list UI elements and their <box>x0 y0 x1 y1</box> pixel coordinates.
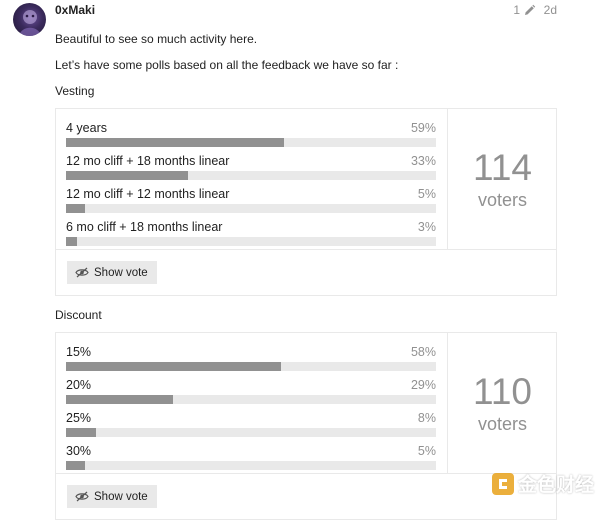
poll-info: 114 voters <box>447 109 557 249</box>
show-vote-button[interactable]: Show vote <box>67 261 157 284</box>
pencil-icon <box>525 4 536 15</box>
poll-option[interactable]: 12 mo cliff + 12 months linear 5% <box>66 187 436 215</box>
poll-option-percent: 58% <box>410 345 436 359</box>
poll-bar-fill <box>66 204 85 213</box>
poll-option-label: 4 years <box>66 121 107 135</box>
show-vote-label: Show vote <box>94 266 148 279</box>
poll-option-percent: 8% <box>417 411 436 425</box>
watermark-logo-icon <box>491 472 514 495</box>
voters-count: 114 <box>473 147 532 188</box>
post-author-username[interactable]: 0xMaki <box>55 3 95 17</box>
poll-bar-fill <box>66 428 96 437</box>
poll-option[interactable]: 15% 58% <box>66 345 436 373</box>
poll-option-label: 12 mo cliff + 18 months linear <box>66 154 230 168</box>
poll-bar-track <box>66 428 436 437</box>
poll-bar-fill <box>66 171 189 180</box>
poll-bar-track <box>66 362 436 371</box>
poll-bar-track <box>66 138 436 147</box>
poll-option-label: 30% <box>66 444 92 458</box>
poll-option-percent: 59% <box>410 121 436 135</box>
poll-bar-track <box>66 461 436 470</box>
post-paragraph: Beautiful to see so much activity here. <box>55 32 258 46</box>
show-vote-label: Show vote <box>94 490 148 503</box>
poll-bar-fill <box>66 461 85 470</box>
poll-option-label: 6 mo cliff + 18 months linear <box>66 220 223 234</box>
poll-option[interactable]: 25% 8% <box>66 411 436 439</box>
watermark-text: 金色财经 <box>517 474 594 496</box>
poll-option[interactable]: 20% 29% <box>66 378 436 406</box>
poll-bar-fill <box>66 395 174 404</box>
poll-option-percent: 33% <box>410 154 436 168</box>
poll-bar-fill <box>66 237 78 246</box>
poll-bar-fill <box>66 138 285 147</box>
edit-count: 1 <box>513 3 520 17</box>
edit-history-indicator[interactable]: 1 <box>513 3 536 17</box>
poll-bar-track <box>66 171 436 180</box>
avatar-image <box>19 10 41 36</box>
voters-count: 110 <box>473 371 532 412</box>
poll-option-percent: 29% <box>410 378 436 392</box>
poll-divider <box>56 473 556 474</box>
watermark: 金色财经 <box>491 470 594 497</box>
poll-option-percent: 5% <box>417 444 436 458</box>
poll-option-label: 25% <box>66 411 92 425</box>
poll-divider <box>56 249 556 250</box>
post-date[interactable]: 2d <box>544 3 557 17</box>
poll-option-percent: 3% <box>417 220 436 234</box>
poll-bar-track <box>66 237 436 246</box>
poll-info: 110 voters <box>447 333 557 473</box>
voters-label: voters <box>477 414 528 434</box>
post-paragraph: Let’s have some polls based on all the f… <box>55 58 399 72</box>
poll-vesting: 4 years 59% 12 mo cliff + 18 months line… <box>55 108 557 296</box>
poll-option-percent: 5% <box>417 187 436 201</box>
poll-option[interactable]: 30% 5% <box>66 444 436 472</box>
voters-label: voters <box>477 190 528 210</box>
poll-bar-track <box>66 204 436 213</box>
poll-option-label: 20% <box>66 378 92 392</box>
show-vote-button[interactable]: Show vote <box>67 485 157 508</box>
eye-slash-icon <box>75 491 89 502</box>
poll-discount: 15% 58% 20% 29% 25% 8% 30% 5% 110 voters <box>55 332 557 520</box>
poll-bar-track <box>66 395 436 404</box>
poll-option-label: 12 mo cliff + 12 months linear <box>66 187 230 201</box>
poll-option[interactable]: 4 years 59% <box>66 121 436 149</box>
eye-slash-icon <box>75 267 89 278</box>
poll-option-label: 15% <box>66 345 92 359</box>
poll-title: Discount <box>55 308 102 322</box>
poll-title: Vesting <box>55 84 95 98</box>
poll-option[interactable]: 12 mo cliff + 18 months linear 33% <box>66 154 436 182</box>
avatar[interactable] <box>13 3 46 36</box>
poll-option[interactable]: 6 mo cliff + 18 months linear 3% <box>66 220 436 248</box>
poll-bar-fill <box>66 362 281 371</box>
